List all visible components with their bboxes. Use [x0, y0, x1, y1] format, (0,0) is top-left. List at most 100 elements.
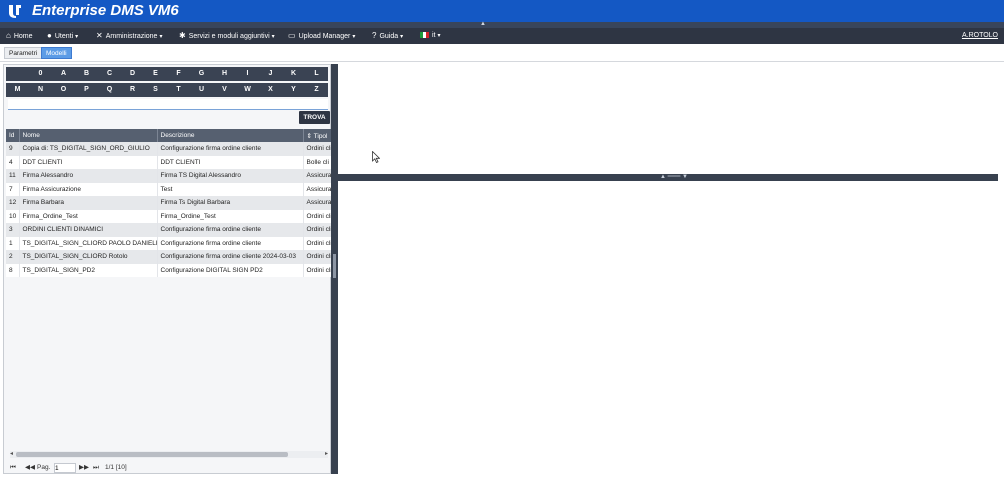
alphabet-key[interactable]: C [98, 67, 121, 81]
table-cell: DDT CLIENTI [157, 155, 304, 169]
caret-down-icon: ▾ [400, 34, 404, 40]
trova-button[interactable]: TROVA [299, 111, 330, 124]
table-cell: Assicura [303, 182, 332, 196]
alphabet-key[interactable]: E [144, 67, 167, 81]
table-cell: 10 [6, 209, 20, 223]
table-cell: 4 [6, 155, 20, 169]
column-header-id[interactable]: Id [6, 129, 20, 142]
table-row[interactable]: 3 ORDINI CLIENTI DINAMICI Configurazione f… [6, 223, 332, 237]
alphabet-key[interactable]: M [6, 83, 29, 97]
vertical-splitter[interactable] [331, 64, 338, 474]
alphabet-key[interactable]: J [259, 67, 282, 81]
alphabet-key[interactable]: F [167, 67, 190, 81]
alphabet-key[interactable]: Z [305, 83, 328, 97]
menu-home[interactable]: ⌂ Home [6, 28, 33, 44]
table-cell: Copia di: TS_DIGITAL_SIGN_ORD_GIULIO [19, 142, 158, 156]
table-cell: Test [157, 182, 304, 196]
table-row[interactable]: 1 TS_DIGITAL_SIGN_CLIORD PAOLO DANIELE Con… [6, 236, 332, 250]
search-input[interactable] [8, 99, 328, 110]
splitter-grip-icon[interactable]: ▲ ═══ ▼ [660, 174, 688, 181]
table-cell: TS_DIGITAL_SIGN_CLIORD PAOLO DANIELE [19, 236, 158, 250]
column-header-descrizione[interactable]: Descrizione [157, 129, 304, 142]
app-title: Enterprise DMS VM6 [32, 2, 179, 19]
table-cell: Firma Alessandro [19, 169, 158, 183]
tab-modelli[interactable]: Modelli [41, 47, 72, 59]
page-number-input[interactable] [54, 463, 76, 473]
page-label: Pag. [37, 464, 51, 471]
alphabet-key[interactable]: K [282, 67, 305, 81]
table-cell: Ordini cli [303, 223, 332, 237]
column-header-nome[interactable]: Nome [19, 129, 158, 142]
alphabet-key[interactable]: V [213, 83, 236, 97]
caret-down-icon: ▾ [271, 34, 275, 40]
next-page-icon[interactable]: ▶▶ [79, 462, 89, 474]
horizontal-scrollbar[interactable]: ◂ ▸ [10, 451, 328, 458]
alphabet-key[interactable]: O [52, 83, 75, 97]
alphabet-key[interactable]: N [29, 83, 52, 97]
alphabet-key[interactable]: W [236, 83, 259, 97]
collapse-up-icon[interactable]: ▲ [480, 21, 486, 27]
alphabet-key[interactable]: Y [282, 83, 305, 97]
alphabet-key[interactable]: T [167, 83, 190, 97]
alphabet-row-2: MNOPQRSTUVWXYZ [6, 83, 328, 97]
alphabet-key[interactable]: 0 [29, 67, 52, 81]
upload-icon: ▭ [288, 31, 296, 40]
table-cell: Firma Ts Digital Barbara [157, 196, 304, 210]
help-icon: ? [372, 31, 377, 40]
table-cell: TS_DIGITAL_SIGN_CLIORD Rotolo [19, 250, 158, 264]
tab-parametri[interactable]: Parametri [4, 47, 43, 59]
menu-servizi[interactable]: ✱ Servizi e moduli aggiuntivi ▾ [179, 28, 275, 44]
table-cell: Firma Assicurazione [19, 182, 158, 196]
menu-guida[interactable]: ? Guida ▾ [372, 28, 403, 44]
alphabet-key[interactable]: B [75, 67, 98, 81]
menu-upload-manager[interactable]: ▭ Upload Manager ▾ [288, 28, 355, 44]
last-page-icon[interactable]: ⏭ [93, 462, 99, 474]
alphabet-key[interactable]: G [190, 67, 213, 81]
alphabet-key[interactable]: S [144, 83, 167, 97]
table-row[interactable]: 11 Firma Alessandro Firma TS Digital Aless… [6, 169, 332, 183]
alphabet-key[interactable]: R [121, 83, 144, 97]
table-cell: Configurazione firma ordine cliente [157, 236, 304, 250]
table-cell: Configurazione firma ordine cliente [157, 223, 304, 237]
scroll-right-icon[interactable]: ▸ [325, 450, 328, 457]
tools-icon: ✕ [96, 31, 103, 40]
model-preview-panel [338, 181, 1000, 474]
table-cell: 7 [6, 182, 20, 196]
table-row[interactable]: 10 Firma_Ordine_Test Firma_Ordine_Test Ordi… [6, 209, 332, 223]
table-cell: Ordini cli [303, 236, 332, 250]
prev-page-icon[interactable]: ◀◀ [25, 462, 35, 474]
alphabet-key[interactable]: Q [98, 83, 121, 97]
horizontal-splitter[interactable]: ▲ ═══ ▼ [338, 174, 998, 181]
table-row[interactable]: 8 TS_DIGITAL_SIGN_PD2 Configurazione DIGIT… [6, 263, 332, 277]
alphabet-key[interactable]: I [236, 67, 259, 81]
table-cell: ORDINI CLIENTI DINAMICI [19, 223, 158, 237]
table-row[interactable]: 7 Firma Assicurazione Test Assicura [6, 182, 332, 196]
table-header-row: Id Nome Descrizione ⇕ Tipol [6, 129, 332, 142]
first-page-icon[interactable]: ⏮ [10, 462, 16, 474]
scrollbar-thumb[interactable] [16, 452, 288, 457]
splitter-grip-icon[interactable] [333, 254, 336, 278]
table-row[interactable]: 2 TS_DIGITAL_SIGN_CLIORD Rotolo Configuraz… [6, 250, 332, 264]
menu-amministrazione[interactable]: ✕ Amministrazione ▾ [96, 28, 162, 44]
current-user-link[interactable]: A.ROTOLO [962, 28, 998, 44]
caret-down-icon: ▾ [437, 33, 441, 39]
scroll-left-icon[interactable]: ◂ [10, 450, 13, 457]
menu-utenti[interactable]: ● Utenti ▾ [47, 28, 78, 44]
menu-language[interactable]: it ▾ [420, 28, 441, 44]
table-row[interactable]: 9 Copia di: TS_DIGITAL_SIGN_ORD_GIULIO Con… [6, 142, 332, 156]
alphabet-key[interactable]: U [190, 83, 213, 97]
alphabet-key[interactable]: X [259, 83, 282, 97]
table-cell: Configurazione firma ordine cliente 2024… [157, 250, 304, 264]
column-header-tipologia[interactable]: ⇕ Tipol [303, 129, 332, 142]
table-row[interactable]: 4 DDT CLIENTI DDT CLIENTI Bolle cli [6, 155, 332, 169]
alphabet-key[interactable]: H [213, 67, 236, 81]
user-icon: ● [47, 31, 52, 40]
alphabet-key[interactable]: D [121, 67, 144, 81]
alphabet-key[interactable]: P [75, 83, 98, 97]
table-row[interactable]: 12 Firma Barbara Firma Ts Digital Barbara A… [6, 196, 332, 210]
mouse-cursor-icon [372, 151, 380, 163]
alphabet-key[interactable]: A [52, 67, 75, 81]
alphabet-key[interactable]: L [305, 67, 328, 81]
table-cell: Configurazione firma ordine cliente [157, 142, 304, 156]
italy-flag-icon [420, 32, 429, 39]
